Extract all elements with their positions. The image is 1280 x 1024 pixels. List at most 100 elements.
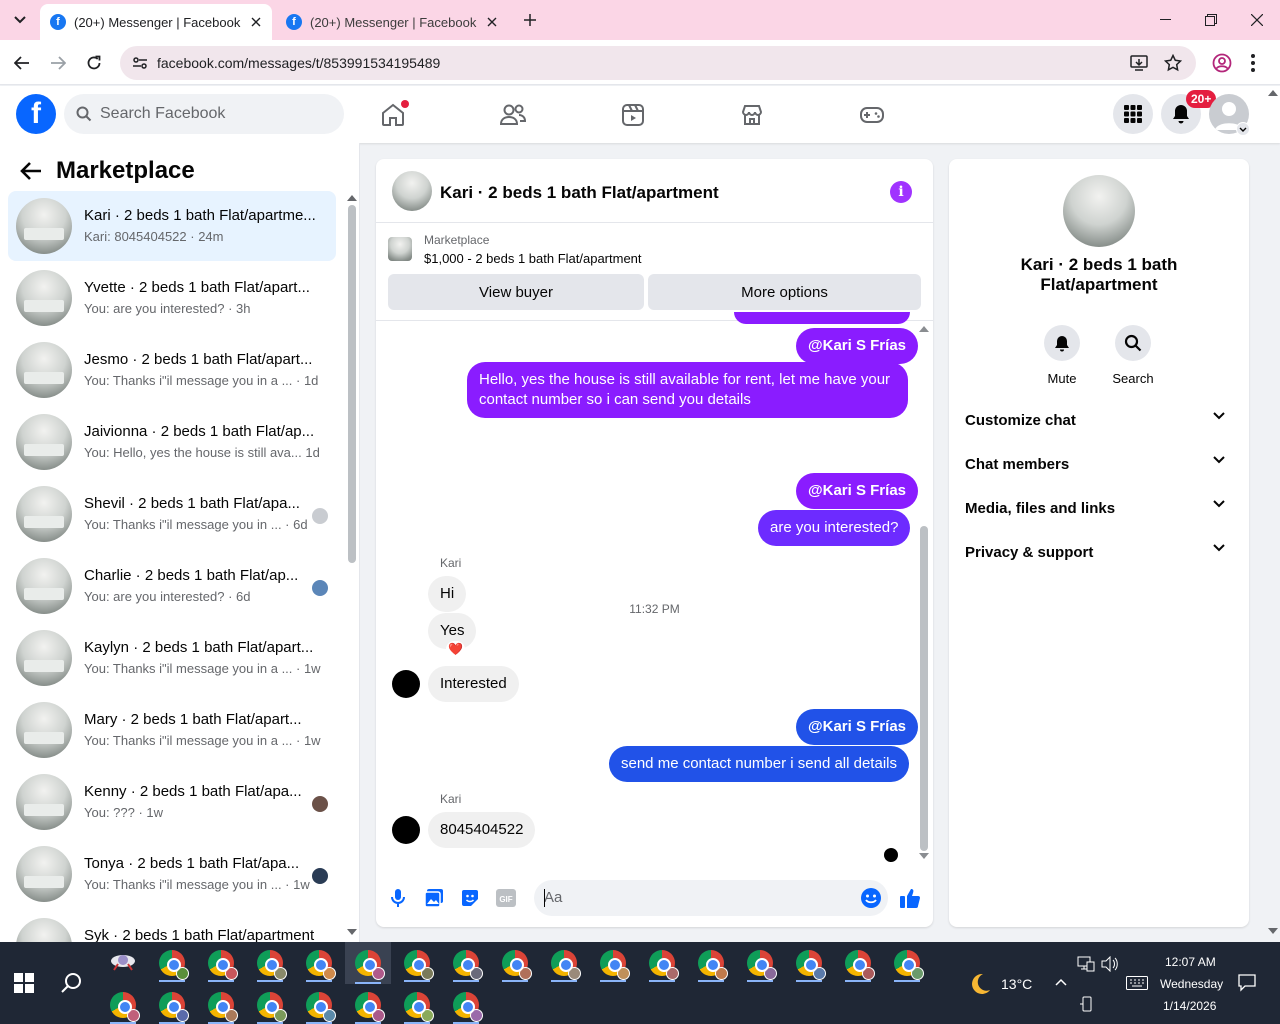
- conversation-item[interactable]: Shevil · 2 beds 1 bath Flat/apa... You: …: [8, 479, 336, 549]
- back-icon[interactable]: [9, 50, 35, 76]
- taskbar-app-icon[interactable]: [104, 944, 142, 982]
- taskbar-chrome-icon[interactable]: [496, 944, 534, 982]
- scroll-down-arrow-icon[interactable]: [919, 853, 929, 859]
- taskbar-chrome-icon[interactable]: [300, 986, 338, 1024]
- taskbar-chrome-icon[interactable]: [349, 986, 387, 1024]
- taskbar-chrome-icon[interactable]: [251, 944, 289, 982]
- thumbs-up-icon[interactable]: [898, 886, 922, 910]
- message-scrollbar[interactable]: [920, 526, 928, 851]
- conversation-item[interactable]: Jaivionna · 2 beds 1 bath Flat/ap... You…: [8, 407, 336, 477]
- sender-avatar[interactable]: [392, 816, 420, 844]
- incoming-message[interactable]: Interested: [428, 666, 519, 702]
- keyboard-icon[interactable]: [1126, 976, 1148, 990]
- taskbar-chrome-icon[interactable]: [104, 986, 142, 1024]
- video-icon[interactable]: [603, 94, 663, 136]
- conversation-item[interactable]: Syk · 2 beds 1 bath Flat/apartment: [8, 911, 336, 942]
- menu-grid-icon[interactable]: [1113, 94, 1153, 134]
- page-scroll-up-arrow-icon[interactable]: [1268, 90, 1278, 96]
- chat-title[interactable]: Kari · 2 beds 1 bath Flat/apartment: [440, 183, 719, 203]
- privacy-support-section[interactable]: Privacy & support: [965, 530, 1233, 574]
- gif-icon[interactable]: GIF: [494, 886, 518, 910]
- scroll-up-arrow-icon[interactable]: [347, 195, 357, 201]
- restore-icon[interactable]: [1188, 0, 1234, 40]
- profile-icon[interactable]: [1212, 53, 1232, 73]
- browser-tab-active[interactable]: f (20+) Messenger | Facebook: [40, 4, 272, 40]
- outgoing-message[interactable]: Hello, yes the house is still available …: [467, 362, 908, 418]
- clock-time[interactable]: 12:07 AM: [1165, 955, 1216, 969]
- volume-icon[interactable]: [1101, 956, 1119, 972]
- browser-tab[interactable]: f (20+) Messenger | Facebook: [276, 4, 508, 40]
- back-arrow-icon[interactable]: [20, 161, 42, 181]
- search-in-conversation-button[interactable]: Search: [1098, 325, 1168, 386]
- notification-center-icon[interactable]: [1238, 974, 1256, 992]
- minimize-icon[interactable]: [1142, 0, 1188, 40]
- conversation-item[interactable]: Kari · 2 beds 1 bath Flat/apartme... Kar…: [8, 191, 336, 261]
- listing-price[interactable]: $1,000 - 2 beds 1 bath Flat/apartment: [424, 251, 642, 266]
- facebook-logo-icon[interactable]: f: [16, 94, 56, 134]
- site-settings-icon[interactable]: [132, 55, 148, 71]
- taskbar-chrome-icon[interactable]: [202, 944, 240, 982]
- home-icon[interactable]: [363, 94, 423, 136]
- taskbar-chrome-icon[interactable]: [643, 944, 681, 982]
- sticker-icon[interactable]: [458, 886, 482, 910]
- microphone-icon[interactable]: [386, 886, 410, 910]
- taskbar-chrome-icon[interactable]: [447, 944, 485, 982]
- outgoing-message[interactable]: send me contact number i send all detail…: [609, 746, 909, 782]
- conversation-item[interactable]: Charlie · 2 beds 1 bath Flat/ap... You: …: [8, 551, 336, 621]
- emoji-icon[interactable]: [860, 887, 882, 909]
- outgoing-message[interactable]: are you interested?: [758, 510, 911, 546]
- mute-button[interactable]: Mute: [1027, 325, 1097, 386]
- conversation-item[interactable]: Jesmo · 2 beds 1 bath Flat/apart... You:…: [8, 335, 336, 405]
- friends-icon[interactable]: [483, 94, 543, 136]
- conversation-item[interactable]: Yvette · 2 beds 1 bath Flat/apart... You…: [8, 263, 336, 333]
- browser-menu-icon[interactable]: [1250, 53, 1256, 73]
- message-input[interactable]: Aa: [534, 880, 888, 916]
- conversation-item[interactable]: Kaylyn · 2 beds 1 bath Flat/apart... You…: [8, 623, 336, 693]
- more-options-button[interactable]: More options: [648, 274, 921, 310]
- clock-date[interactable]: 1/14/2026: [1163, 999, 1216, 1013]
- close-tab-icon[interactable]: [248, 14, 264, 30]
- taskbar-chrome-icon[interactable]: [300, 944, 338, 982]
- taskbar-chrome-icon[interactable]: [839, 944, 877, 982]
- taskbar-chrome-icon[interactable]: [153, 986, 191, 1024]
- chat-members-section[interactable]: Chat members: [965, 442, 1233, 486]
- taskbar-chrome-icon[interactable]: [398, 986, 436, 1024]
- forward-icon[interactable]: [45, 50, 71, 76]
- mention-bubble[interactable]: @Kari S Frías: [796, 473, 918, 509]
- install-app-icon[interactable]: [1130, 54, 1148, 72]
- close-window-icon[interactable]: [1234, 0, 1280, 40]
- taskbar-chrome-icon[interactable]: [594, 944, 632, 982]
- taskbar-chrome-icon[interactable]: [888, 944, 926, 982]
- taskbar-chrome-icon[interactable]: [741, 944, 779, 982]
- incoming-message[interactable]: 8045404522: [428, 812, 536, 848]
- photo-icon[interactable]: [422, 886, 446, 910]
- taskbar-chrome-icon[interactable]: [545, 944, 583, 982]
- bookmark-star-icon[interactable]: [1164, 54, 1182, 72]
- taskbar-chrome-icon-active[interactable]: [345, 942, 391, 984]
- address-bar[interactable]: facebook.com/messages/t/853991534195489: [120, 46, 1196, 80]
- close-tab-icon[interactable]: [484, 14, 500, 30]
- taskbar-chrome-icon[interactable]: [251, 986, 289, 1024]
- media-files-links-section[interactable]: Media, files and links: [965, 486, 1233, 530]
- scroll-up-arrow-icon[interactable]: [919, 326, 929, 332]
- taskbar-chrome-icon[interactable]: [790, 944, 828, 982]
- new-tab-icon[interactable]: [520, 10, 540, 30]
- page-scroll-down-arrow-icon[interactable]: [1268, 928, 1278, 934]
- info-icon[interactable]: i: [890, 181, 912, 203]
- network-icon[interactable]: [1077, 956, 1095, 972]
- taskbar-chrome-icon[interactable]: [447, 986, 485, 1024]
- conversation-item[interactable]: Mary · 2 beds 1 bath Flat/apart... You: …: [8, 695, 336, 765]
- sender-avatar[interactable]: [392, 670, 420, 698]
- conversation-list-scrollbar[interactable]: [348, 205, 356, 563]
- taskbar-chrome-icon[interactable]: [692, 944, 730, 982]
- view-buyer-button[interactable]: View buyer: [388, 274, 644, 310]
- phone-link-icon[interactable]: [1080, 996, 1094, 1012]
- taskbar-chrome-icon[interactable]: [202, 986, 240, 1024]
- conversation-item[interactable]: Tonya · 2 beds 1 bath Flat/apa... You: T…: [8, 839, 336, 909]
- chat-avatar[interactable]: [392, 171, 432, 211]
- windows-start-icon[interactable]: [14, 973, 34, 993]
- incoming-message[interactable]: Hi: [428, 576, 467, 612]
- taskbar-chrome-icon[interactable]: [398, 944, 436, 982]
- tab-search-chevron-icon[interactable]: [8, 8, 32, 32]
- scroll-down-arrow-icon[interactable]: [347, 929, 357, 935]
